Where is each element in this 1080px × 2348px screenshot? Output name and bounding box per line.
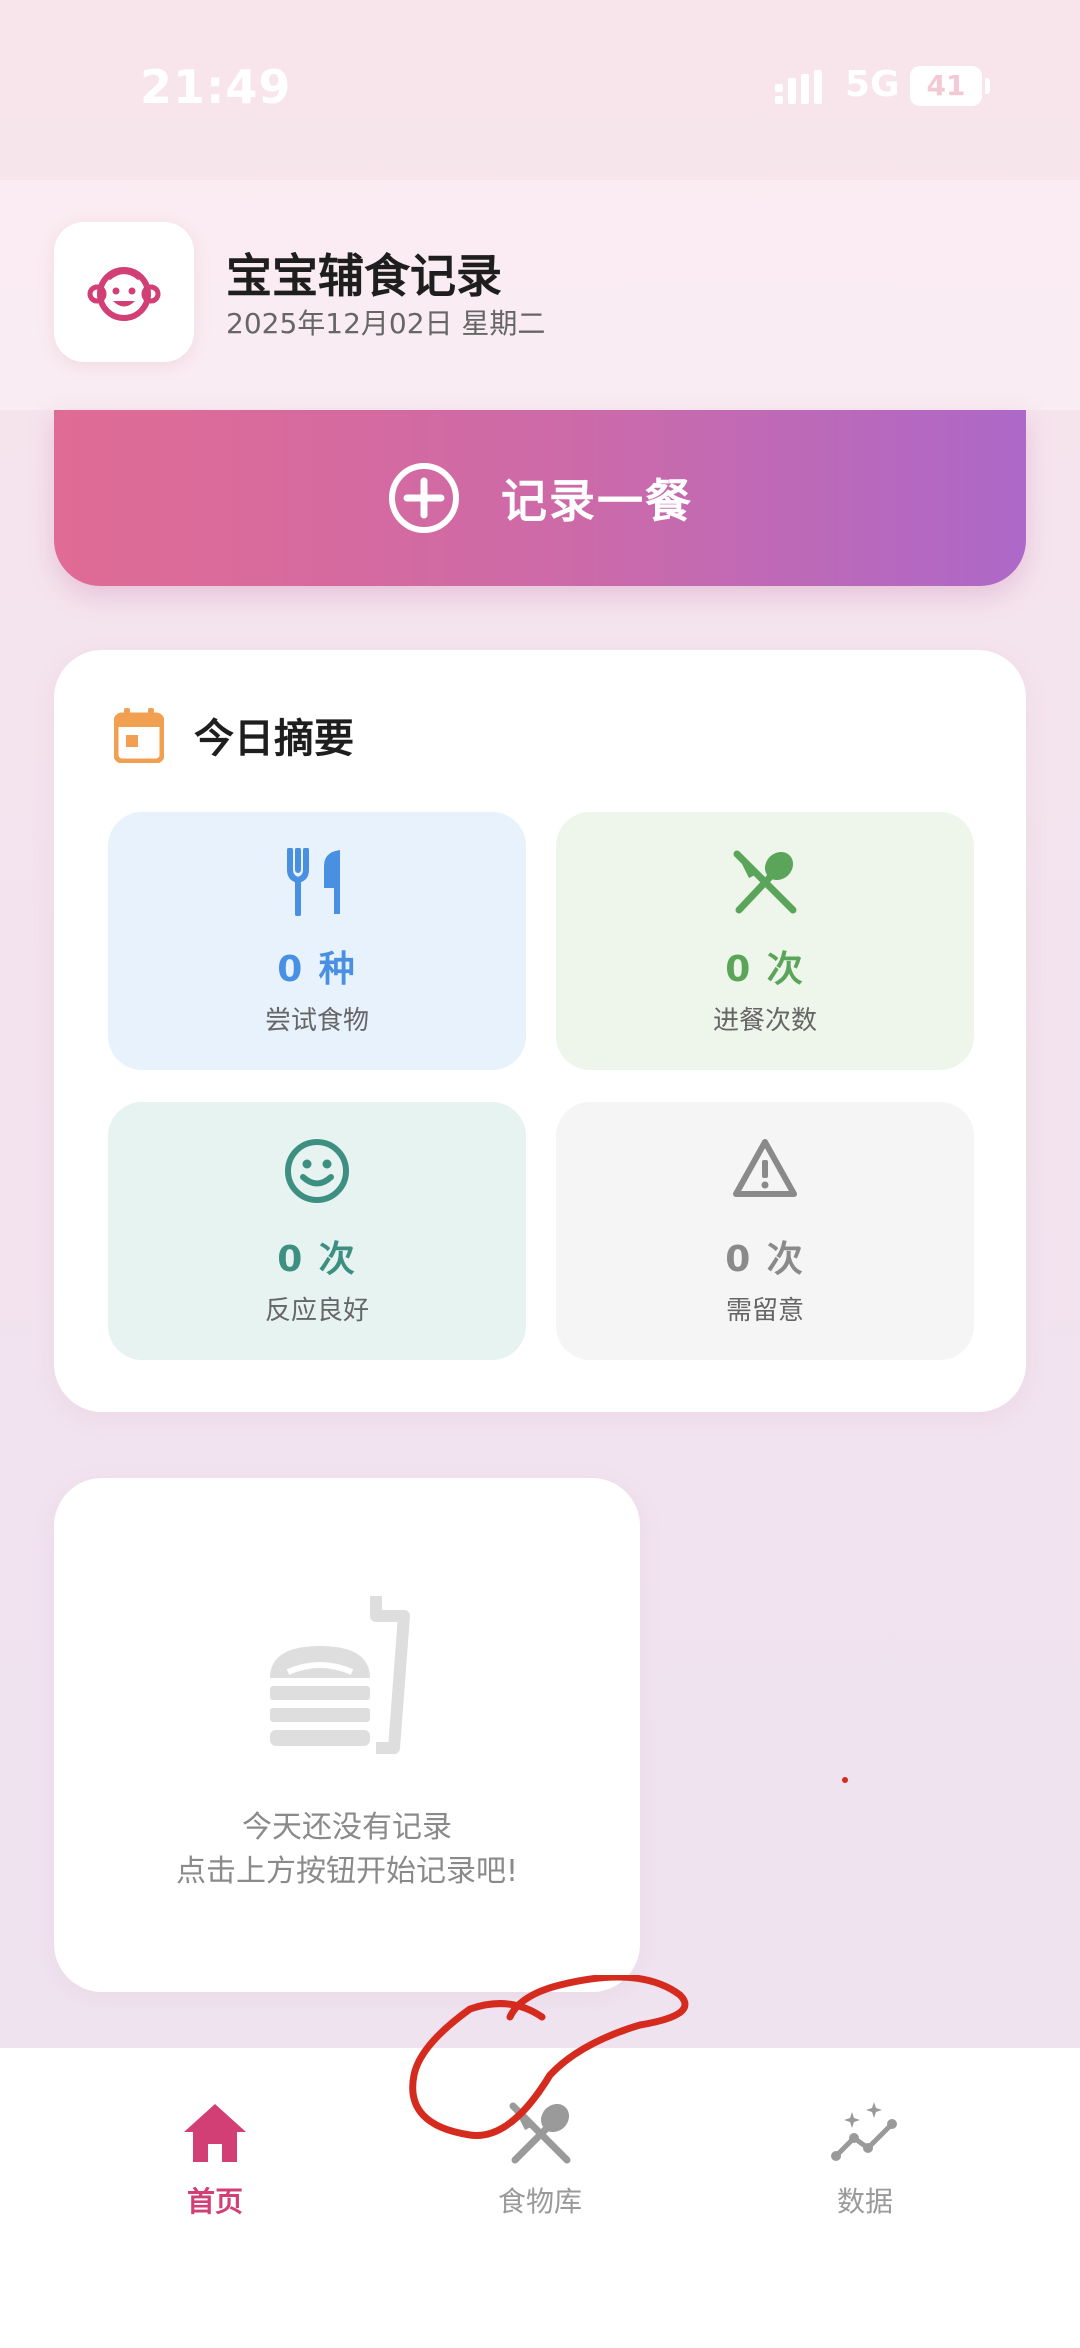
nav-label-data: 数据 — [836, 2185, 893, 2218]
trend-sparkle-icon — [831, 2102, 897, 2161]
calendar-icon — [114, 708, 164, 763]
summary-header: 今日摘要 — [114, 706, 354, 764]
needs-attention-label: 需留意 — [725, 1296, 804, 1326]
today-date: 2025年12月02日 星期二 — [226, 307, 546, 340]
nav-tab-data[interactable]: 数据 — [765, 2088, 965, 2228]
status-time: 21:49 — [140, 60, 292, 114]
bottom-nav: 首页 食物库 数据 — [0, 2048, 1080, 2348]
summary-title: 今日摘要 — [194, 716, 354, 762]
annotation-dot — [842, 1777, 848, 1783]
battery-level: 41 — [926, 69, 966, 102]
smile-icon — [285, 1139, 349, 1203]
foods-tried-value: 0 种 — [277, 949, 357, 990]
signal-icon — [775, 70, 822, 104]
needs-attention-value: 0 次 — [725, 1239, 805, 1280]
battery-tip — [985, 78, 990, 94]
nav-label-home: 首页 — [186, 2185, 243, 2218]
battery-icon: 41 — [910, 66, 982, 106]
empty-message: 今天还没有记录 — [242, 1810, 452, 1845]
fastfood-icon — [270, 1596, 410, 1754]
nav-tab-home[interactable]: 首页 — [115, 2088, 315, 2228]
nav-tab-food-library[interactable]: 食物库 — [440, 2088, 640, 2228]
app-title: 宝宝辅食记录 — [226, 249, 502, 303]
home-icon — [184, 2104, 246, 2162]
warning-icon — [733, 1139, 797, 1197]
utensils-crossed-icon — [509, 2102, 571, 2164]
fork-knife-icon — [287, 848, 340, 916]
status-bar: 21:49 5G 41 — [0, 0, 1080, 180]
today-summary-card: 今日摘要 0 种 尝试食物 0 次 进餐次数 0 次 反应良好 0 次 需留意 — [54, 650, 1026, 1412]
stat-tile-good-reaction: 0 次 反应良好 — [108, 1102, 526, 1360]
meal-count-value: 0 次 — [725, 949, 805, 990]
foods-tried-label: 尝试食物 — [264, 1006, 369, 1036]
stat-tile-needs-attention: 0 次 需留意 — [556, 1102, 974, 1360]
meal-count-label: 进餐次数 — [712, 1006, 817, 1036]
record-meal-button[interactable]: 记录一餐 — [54, 410, 1026, 586]
empty-hint: 点击上方按钮开始记录吧! — [175, 1854, 519, 1889]
nav-label-food-library: 食物库 — [497, 2185, 582, 2218]
network-type: 5G — [845, 64, 900, 105]
empty-state-card: 今天还没有记录 点击上方按钮开始记录吧! — [54, 1478, 640, 1992]
utensils-crossed-icon — [733, 850, 797, 914]
baby-face-icon — [87, 267, 161, 321]
stat-tile-meal-count: 0 次 进餐次数 — [556, 812, 974, 1070]
app-logo — [54, 222, 194, 362]
good-reaction-label: 反应良好 — [264, 1296, 369, 1326]
record-meal-label: 记录一餐 — [501, 474, 693, 528]
good-reaction-value: 0 次 — [277, 1239, 357, 1280]
plus-circle-icon — [389, 463, 459, 533]
stat-tile-foods-tried: 0 种 尝试食物 — [108, 812, 526, 1070]
